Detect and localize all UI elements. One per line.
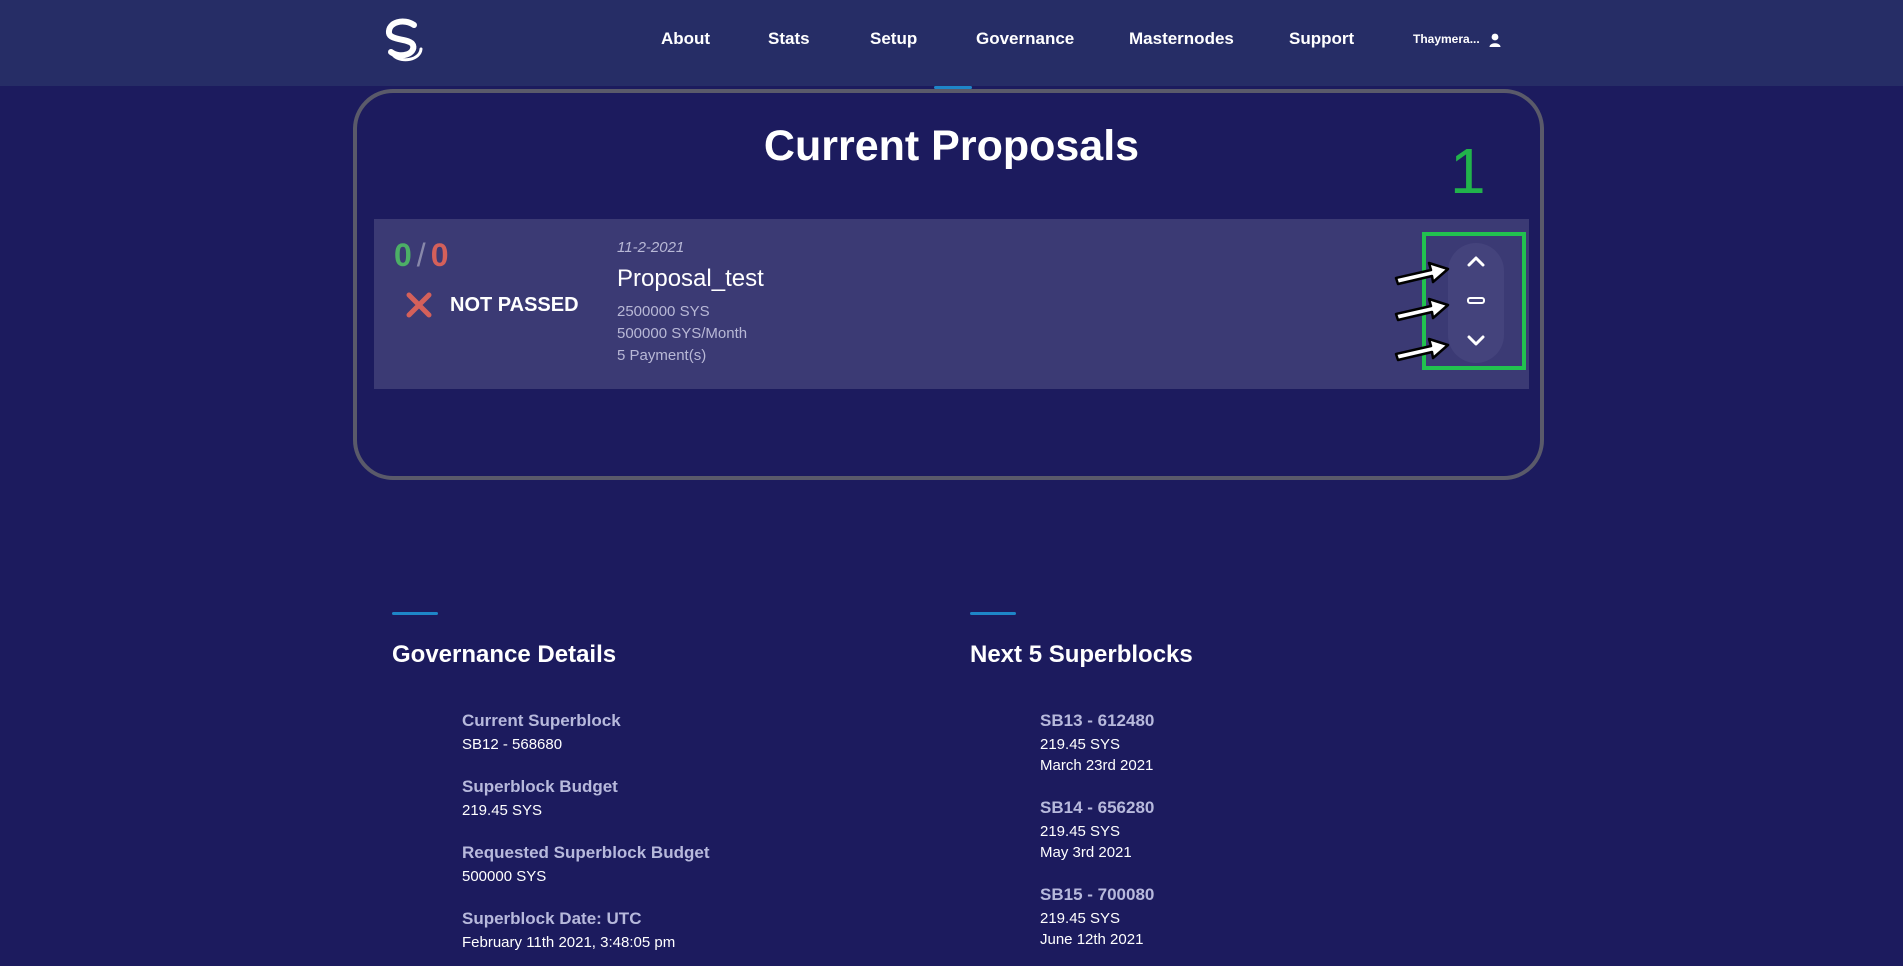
governance-details-title: Governance Details bbox=[392, 641, 617, 668]
votes-separator: / bbox=[416, 237, 426, 273]
detail-value: 500000 SYS bbox=[462, 868, 547, 885]
detail-value: February 11th 2021, 3:48:05 pm bbox=[462, 934, 676, 951]
close-icon bbox=[406, 292, 432, 318]
superblock-label: SB14 - 656280 bbox=[1040, 798, 1155, 817]
superblock-label: SB15 - 700080 bbox=[1040, 885, 1155, 904]
superblock-budget: 219.45 SYS bbox=[1040, 823, 1121, 840]
page-title: Current Proposals bbox=[763, 122, 1140, 170]
user-menu[interactable]: Thaymera... bbox=[1413, 32, 1501, 47]
annotation-arrow-icon bbox=[1394, 297, 1450, 322]
proposal-card[interactable]: 0/0 NOT PASSED 11-2-2021 Proposal_test 2… bbox=[374, 219, 1529, 389]
detail-value: 219.45 SYS bbox=[462, 802, 543, 819]
proposal-status: NOT PASSED bbox=[406, 292, 579, 318]
superblock-budget: 219.45 SYS bbox=[1040, 736, 1121, 753]
annotation-arrow-icon bbox=[1394, 261, 1450, 286]
section-accent bbox=[970, 612, 1016, 615]
syscoin-logo-icon[interactable] bbox=[380, 16, 428, 64]
nav-stats[interactable]: Stats bbox=[768, 29, 810, 49]
proposal-payments: 5 Payment(s) bbox=[617, 347, 707, 364]
next-superblocks-title: Next 5 Superblocks bbox=[970, 641, 1193, 668]
nav-support[interactable]: Support bbox=[1289, 29, 1354, 49]
nav-about[interactable]: About bbox=[661, 29, 710, 49]
detail-value: SB12 - 568680 bbox=[462, 736, 563, 753]
nav-governance[interactable]: Governance bbox=[976, 29, 1074, 49]
superblock-date: March 23rd 2021 bbox=[1040, 757, 1154, 774]
top-navbar: About Stats Setup Governance Masternodes… bbox=[0, 0, 1903, 86]
proposal-date: 11-2-2021 bbox=[617, 239, 685, 256]
vote-count: 0/0 bbox=[394, 237, 448, 274]
user-name: Thaymera... bbox=[1413, 32, 1480, 46]
superblock-date: June 12th 2021 bbox=[1040, 931, 1144, 948]
nav-setup[interactable]: Setup bbox=[870, 29, 917, 49]
detail-label: Current Superblock bbox=[462, 711, 621, 730]
detail-label: Superblock Budget bbox=[462, 777, 618, 796]
annotation-number: 1 bbox=[1450, 135, 1486, 207]
superblock-budget: 219.45 SYS bbox=[1040, 910, 1121, 927]
proposal-name: Proposal_test bbox=[617, 265, 764, 292]
proposal-monthly: 500000 SYS/Month bbox=[617, 325, 748, 342]
votes-no: 0 bbox=[430, 237, 449, 273]
superblock-date: May 3rd 2021 bbox=[1040, 844, 1132, 861]
votes-yes: 0 bbox=[394, 237, 412, 273]
annotation-arrow-icon bbox=[1394, 337, 1450, 362]
nav-masternodes[interactable]: Masternodes bbox=[1129, 29, 1234, 49]
status-text: NOT PASSED bbox=[450, 293, 579, 316]
proposal-total: 2500000 SYS bbox=[617, 303, 710, 320]
section-accent bbox=[392, 612, 438, 615]
detail-label: Requested Superblock Budget bbox=[462, 843, 710, 862]
superblock-label: SB13 - 612480 bbox=[1040, 711, 1155, 730]
user-icon bbox=[1489, 33, 1501, 47]
detail-label: Superblock Date: UTC bbox=[462, 909, 642, 928]
